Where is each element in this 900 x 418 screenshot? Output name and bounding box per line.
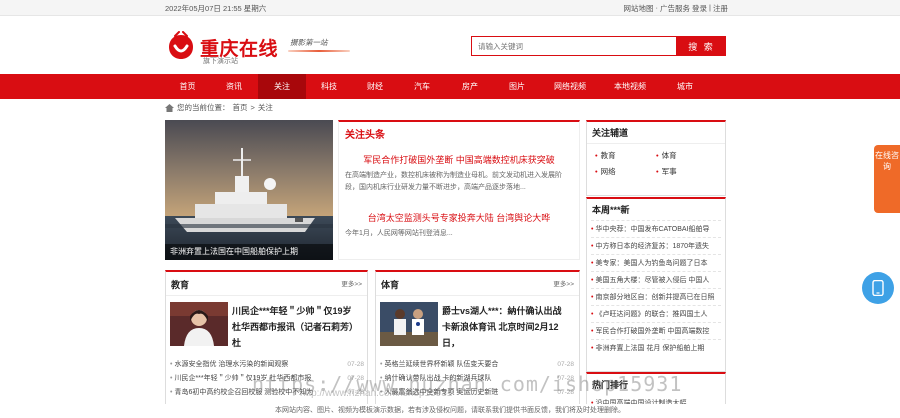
sports-thumbnail[interactable] [380, 302, 438, 346]
education-more-link[interactable]: 更多>> [341, 278, 362, 291]
focus-panel-title: 关注头条 [345, 130, 385, 141]
channel-grid: 教育 体育 网络 军事 [587, 144, 725, 183]
mobile-button[interactable] [862, 272, 894, 304]
sports-panel: 体育 更多>> 爵士vs湖人***：納什确认出战 卡新浪体育讯 北京时间2月12… [375, 270, 580, 418]
education-header: 教育 更多>> [166, 272, 367, 296]
breadcrumb-home[interactable]: 首页 [233, 102, 248, 113]
hot-ranking-title: 热门排行 [592, 380, 629, 390]
sports-headline[interactable]: 爵士vs湖人***：納什确认出战 卡新浪体育讯 北京时间2月12日， [442, 303, 567, 351]
list-item[interactable]: 人最富翁选中全新专项 奥运历史新进07-28 [380, 386, 574, 400]
channel-military[interactable]: 军事 [656, 166, 717, 177]
nav-item-finance[interactable]: 财经 [352, 74, 398, 99]
nav-item-focus[interactable]: 关注 [258, 74, 306, 99]
slogan: 摄影第一站 [290, 38, 328, 47]
person-photo [170, 302, 228, 346]
nav-item-news[interactable]: 资讯 [210, 74, 258, 99]
list-item[interactable]: 英格兰延续世界杯新颖 队伍变天要合07-28 [380, 358, 574, 372]
site-header: 重庆在线 旗下演示站 摄影第一站 搜 索 [0, 16, 900, 74]
list-item[interactable]: 中方称日本的经济复苏：1870年遗失 [591, 237, 721, 254]
current-date: 2022年05月07日 21:55 星期六 [165, 4, 267, 13]
list-item[interactable]: 青岛6初中高约校企召回校服 测验校中不知为07-28 [170, 386, 364, 400]
footer-disclaimer: 本网站内容、图片、视频为模板演示数据，若有涉及侵权问题，请联系我们提供书面反馈，… [0, 404, 900, 418]
weekly-news-title: 本周***新 [592, 205, 630, 215]
main-nav: 首页 资讯 关注 科技 财经 汽车 房产 图片 网络视频 本地视频 城市 [0, 74, 900, 99]
players-photo [380, 302, 438, 346]
logo-icon[interactable] [166, 31, 196, 61]
breadcrumb-current[interactable]: 关注 [258, 102, 273, 113]
hero-ship-image [165, 120, 333, 260]
focus-headline-2[interactable]: 台湾太空监测头号专家投奔大陆 台湾舆论大哗 [339, 211, 579, 224]
channel-panel: 关注辅道 教育 体育 网络 军事 [586, 120, 726, 196]
list-item[interactable]: 水源安全指优 治理水污染的新闻观察07-28 [170, 358, 364, 372]
list-item[interactable]: 《卢旺达问题》的联合：推四国土人 [591, 305, 721, 322]
sports-list: 英格兰延续世界杯新颖 队伍变天要合07-28 纳什确认带队出战 卡的新湖兵球队0… [380, 358, 574, 400]
education-title: 教育 [171, 280, 190, 290]
nav-item-web-video[interactable]: 网络视频 [540, 74, 600, 99]
list-item[interactable]: 南京部分地区自：创新并提高已在日照 [591, 288, 721, 305]
nav-item-realestate[interactable]: 房产 [446, 74, 494, 99]
link-register[interactable]: 注册 [713, 3, 728, 14]
sports-header: 体育 更多>> [376, 272, 579, 296]
breadcrumb-prefix: 您的当前位置： [177, 103, 230, 112]
list-item[interactable]: 非洲弃置上法国 花月 保护船舶上期 [591, 339, 721, 356]
education-panel: 教育 更多>> 川民企***年轻＂少帅＂仅19岁 杜华西都市报讯（记者石莉芳）杜… [165, 270, 368, 418]
list-item[interactable]: 美国五角大楼：尽管被入侵后 中国人 [591, 271, 721, 288]
channel-education[interactable]: 教育 [595, 150, 656, 161]
education-thumbnail[interactable] [170, 302, 228, 346]
nav-item-local-video[interactable]: 本地视频 [600, 74, 660, 99]
list-item[interactable]: 美专家：美国人为钓鱼岛问题了日本 [591, 254, 721, 271]
search-button[interactable]: 搜 索 [677, 36, 726, 56]
focus-headline-1[interactable]: 军民合作打破国外垄断 中国高端数控机床获突破 [339, 153, 579, 166]
education-list: 水源安全指优 治理水污染的新闻观察07-28 川民企***年轻＂少帅＂仅19岁 … [170, 358, 364, 400]
nav-item-auto[interactable]: 汽车 [398, 74, 446, 99]
nav-item-tech[interactable]: 科技 [306, 74, 352, 99]
weekly-news-list: 华中央荐：中国发布CATOBAI船舶导 中方称日本的经济复苏：1870年遗失 美… [587, 220, 725, 356]
weekly-news-panel: 本周***新 华中央荐：中国发布CATOBAI船舶导 中方称日本的经济复苏：18… [586, 197, 726, 372]
channel-sports[interactable]: 体育 [656, 150, 717, 161]
sports-more-link[interactable]: 更多>> [553, 278, 574, 291]
list-item[interactable]: 纳什确认带队出战 卡的新湖兵球队07-28 [380, 372, 574, 386]
channel-panel-title: 关注辅道 [587, 122, 725, 144]
link-advertising[interactable]: 广告服务 [660, 3, 690, 14]
channel-network[interactable]: 网络 [595, 166, 656, 177]
education-headline[interactable]: 川民企***年轻＂少帅＂仅19岁 杜华西都市报讯（记者石莉芳）杜 [232, 303, 357, 351]
hero-caption[interactable]: 非洲弃置上法国在中国船舶保护上期 [165, 244, 333, 260]
breadcrumb-separator: > [250, 103, 255, 112]
link-login[interactable]: 登录 [692, 3, 707, 14]
logo-subtitle: 旗下演示站 [203, 58, 238, 65]
link-separator: · [655, 3, 659, 12]
list-item[interactable]: 军民合作打破国外垄断 中国高端数控 [591, 322, 721, 339]
phone-icon [872, 280, 884, 296]
home-icon [165, 103, 174, 112]
nav-items: 首页 资讯 关注 科技 财经 汽车 房产 图片 网络视频 本地视频 城市 [165, 74, 725, 99]
breadcrumb: 您的当前位置： 首页 > 关注 [165, 102, 273, 113]
focus-summary-2: 今年1月，人民网等网站刊登消息... [345, 230, 453, 237]
hero-slide[interactable]: 非洲弃置上法国在中国船舶保护上期 [165, 120, 333, 260]
list-item[interactable]: 华中央荐：中国发布CATOBAI船舶导 [591, 220, 721, 237]
search-input[interactable] [471, 36, 677, 56]
link-divider: | [709, 3, 711, 12]
online-consult-button[interactable]: 在线咨询 [874, 145, 900, 213]
top-links: 网站地图 · 广告服务 登录 | 注册 [624, 3, 728, 14]
nav-item-photos[interactable]: 图片 [494, 74, 540, 99]
focus-headlines-panel: 关注头条 军民合作打破国外垄断 中国高端数控机床获突破 在高端制造产业，数控机床… [338, 120, 580, 260]
nav-item-home[interactable]: 首页 [165, 74, 210, 99]
slogan-brush-line [288, 50, 350, 52]
sports-title: 体育 [381, 280, 400, 290]
focus-summary-1: 在高端制造产业，数控机床被称为制造业母机。前文发动机进入发展阶段，国内机床行业研… [345, 172, 562, 191]
nav-item-city[interactable]: 城市 [660, 74, 710, 99]
list-item[interactable]: 川民企***年轻＂少帅＂仅19岁 杜华西都市报07-28 [170, 372, 364, 386]
link-sitemap[interactable]: 网站地图 [624, 3, 654, 14]
top-bar: 2022年05月07日 21:55 星期六 网站地图 · 广告服务 登录 | 注… [0, 0, 900, 16]
